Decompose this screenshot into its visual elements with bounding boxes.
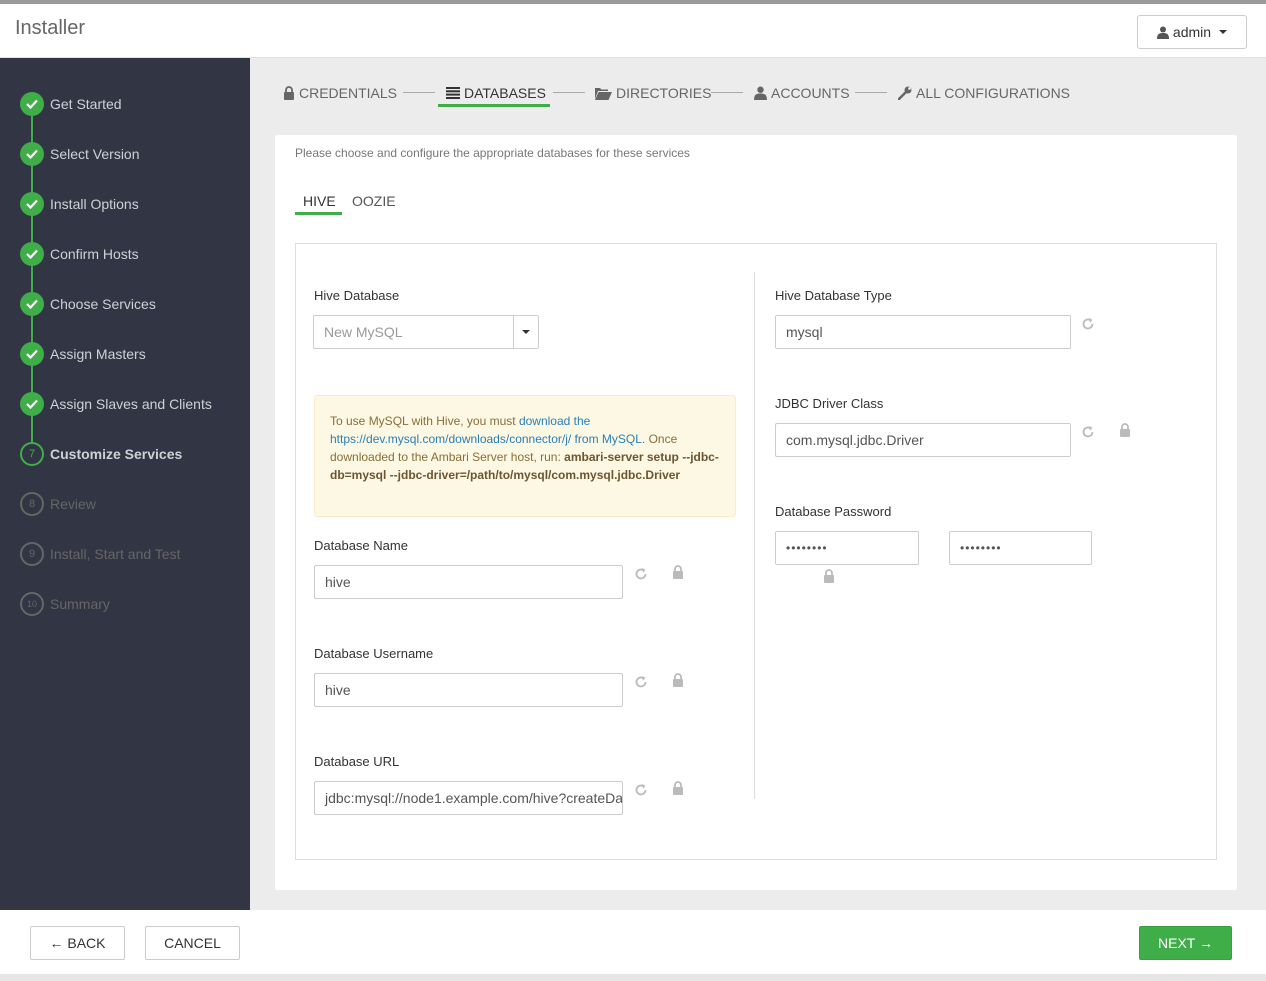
user-menu-label: admin	[1172, 24, 1212, 40]
database-name-input[interactable]: hive	[314, 565, 623, 599]
tab-label: DIRECTORIES	[616, 85, 712, 101]
tab-label: ALL CONFIGURATIONS	[916, 85, 1071, 101]
sidebar-step-label: Install Options	[50, 196, 139, 212]
database-type-label: Hive Database Type	[775, 288, 892, 303]
column-divider	[754, 272, 755, 799]
hive-database-dropdown-toggle[interactable]	[513, 315, 539, 349]
check-icon	[20, 342, 44, 366]
sidebar-step-label: Customize Services	[50, 446, 183, 462]
bottom-border	[0, 974, 1266, 981]
database-username-input[interactable]: hive	[314, 673, 623, 707]
database-url-label: Database URL	[314, 754, 400, 769]
sidebar-step-label: Summary	[50, 596, 110, 612]
active-service-tab-indicator	[295, 212, 342, 215]
sidebar-step-install-options[interactable]: Install Options	[20, 192, 139, 216]
hive-database-select[interactable]: New MySQL	[313, 315, 514, 349]
check-icon	[20, 392, 44, 416]
sidebar-step-label: Get Started	[50, 96, 122, 112]
wizard-sidebar	[0, 58, 250, 910]
sidebar-step-get-started[interactable]: Get Started	[20, 92, 122, 116]
sidebar-step-label: Assign Masters	[50, 346, 146, 362]
refresh-icon[interactable]	[634, 567, 648, 581]
user-icon	[1156, 26, 1169, 39]
check-icon	[20, 242, 44, 266]
database-url-input[interactable]: jdbc:mysql://node1.example.com/hive?crea…	[314, 781, 623, 815]
sidebar-step-assign-slaves[interactable]: Assign Slaves and Clients	[20, 392, 212, 416]
lock-icon[interactable]	[671, 781, 685, 795]
mysql-driver-alert: To use MySQL with Hive, you must downloa…	[314, 395, 736, 517]
step-number-badge: 7	[20, 442, 44, 466]
tab-accounts[interactable]: ACCOUNTS	[754, 82, 850, 104]
tab-connector	[711, 92, 743, 93]
tab-label: DATABASES	[464, 85, 546, 101]
sidebar-step-confirm-hosts[interactable]: Confirm Hosts	[20, 242, 139, 266]
refresh-icon[interactable]	[1081, 317, 1095, 331]
sidebar-step-label: Confirm Hosts	[50, 246, 139, 262]
sidebar-step-label: Review	[50, 496, 96, 512]
step-number-badge: 9	[20, 542, 44, 566]
sidebar-step-select-version[interactable]: Select Version	[20, 142, 140, 166]
step-number-badge: 8	[20, 492, 44, 516]
tab-databases[interactable]: DATABASES	[446, 82, 546, 104]
database-password-label: Database Password	[775, 504, 892, 519]
tab-connector	[553, 92, 585, 93]
alert-text: To use MySQL with Hive, you must	[330, 414, 519, 428]
tab-directories[interactable]: DIRECTORIES	[595, 82, 711, 104]
refresh-icon[interactable]	[634, 783, 648, 797]
lock-icon[interactable]	[671, 673, 685, 687]
app-title: Installer	[15, 17, 86, 39]
tab-hive[interactable]: HIVE	[303, 193, 336, 209]
tab-connector	[855, 92, 887, 93]
sidebar-step-assign-masters[interactable]: Assign Masters	[20, 342, 146, 366]
tab-all-configurations[interactable]: ALL CONFIGURATIONS	[898, 82, 1070, 104]
check-icon	[20, 292, 44, 316]
sidebar-step-review: 8 Review	[20, 492, 96, 516]
sidebar-step-label: Install, Start and Test	[50, 546, 181, 562]
sidebar-step-customize-services[interactable]: 7 Customize Services	[20, 442, 182, 466]
database-name-label: Database Name	[314, 538, 408, 553]
lock-icon[interactable]	[671, 565, 685, 579]
database-password-confirm-input[interactable]: ••••••••	[949, 531, 1092, 565]
sidebar-step-install-start-test: 9 Install, Start and Test	[20, 542, 180, 566]
lock-icon[interactable]	[822, 569, 836, 583]
chevron-down-icon	[522, 330, 530, 334]
tab-connector	[403, 92, 435, 93]
hive-database-label: Hive Database	[314, 288, 400, 303]
tab-label: CREDENTIALS	[299, 85, 398, 101]
lock-icon	[284, 86, 294, 100]
refresh-icon[interactable]	[1081, 425, 1095, 439]
refresh-icon[interactable]	[634, 675, 648, 689]
sidebar-step-label: Select Version	[50, 146, 140, 162]
active-tab-indicator	[438, 104, 550, 107]
jdbc-driver-label: JDBC Driver Class	[775, 396, 884, 411]
database-password-input[interactable]: ••••••••	[775, 531, 919, 565]
sidebar-step-label: Choose Services	[50, 296, 156, 312]
tab-oozie[interactable]: OOZIE	[352, 193, 396, 209]
sidebar-step-choose-services[interactable]: Choose Services	[20, 292, 156, 316]
folder-open-icon	[595, 87, 612, 100]
cancel-button[interactable]: CANCEL	[145, 926, 240, 960]
sidebar-step-label: Assign Slaves and Clients	[50, 396, 212, 412]
lock-icon[interactable]	[1118, 423, 1132, 437]
next-button[interactable]: NEXT →	[1139, 926, 1232, 960]
wrench-icon	[898, 86, 912, 100]
user-menu-button[interactable]: admin	[1137, 15, 1247, 49]
user-icon	[754, 86, 767, 100]
chevron-down-icon	[1219, 30, 1228, 34]
check-icon	[20, 142, 44, 166]
check-icon	[20, 192, 44, 216]
panel-hint: Please choose and configure the appropri…	[295, 146, 690, 160]
tab-credentials[interactable]: CREDENTIALS	[283, 82, 397, 104]
database-type-input[interactable]: mysql	[775, 315, 1071, 349]
tab-label: ACCOUNTS	[771, 85, 850, 101]
sidebar-step-summary: 10 Summary	[20, 592, 110, 616]
step-number-badge: 10	[20, 592, 44, 616]
jdbc-driver-input[interactable]: com.mysql.jdbc.Driver	[775, 423, 1071, 457]
database-username-label: Database Username	[314, 646, 434, 661]
check-icon	[20, 92, 44, 116]
header-bar: Installer admin	[0, 4, 1266, 58]
back-button[interactable]: ← BACK	[30, 926, 125, 960]
list-icon	[446, 87, 460, 99]
